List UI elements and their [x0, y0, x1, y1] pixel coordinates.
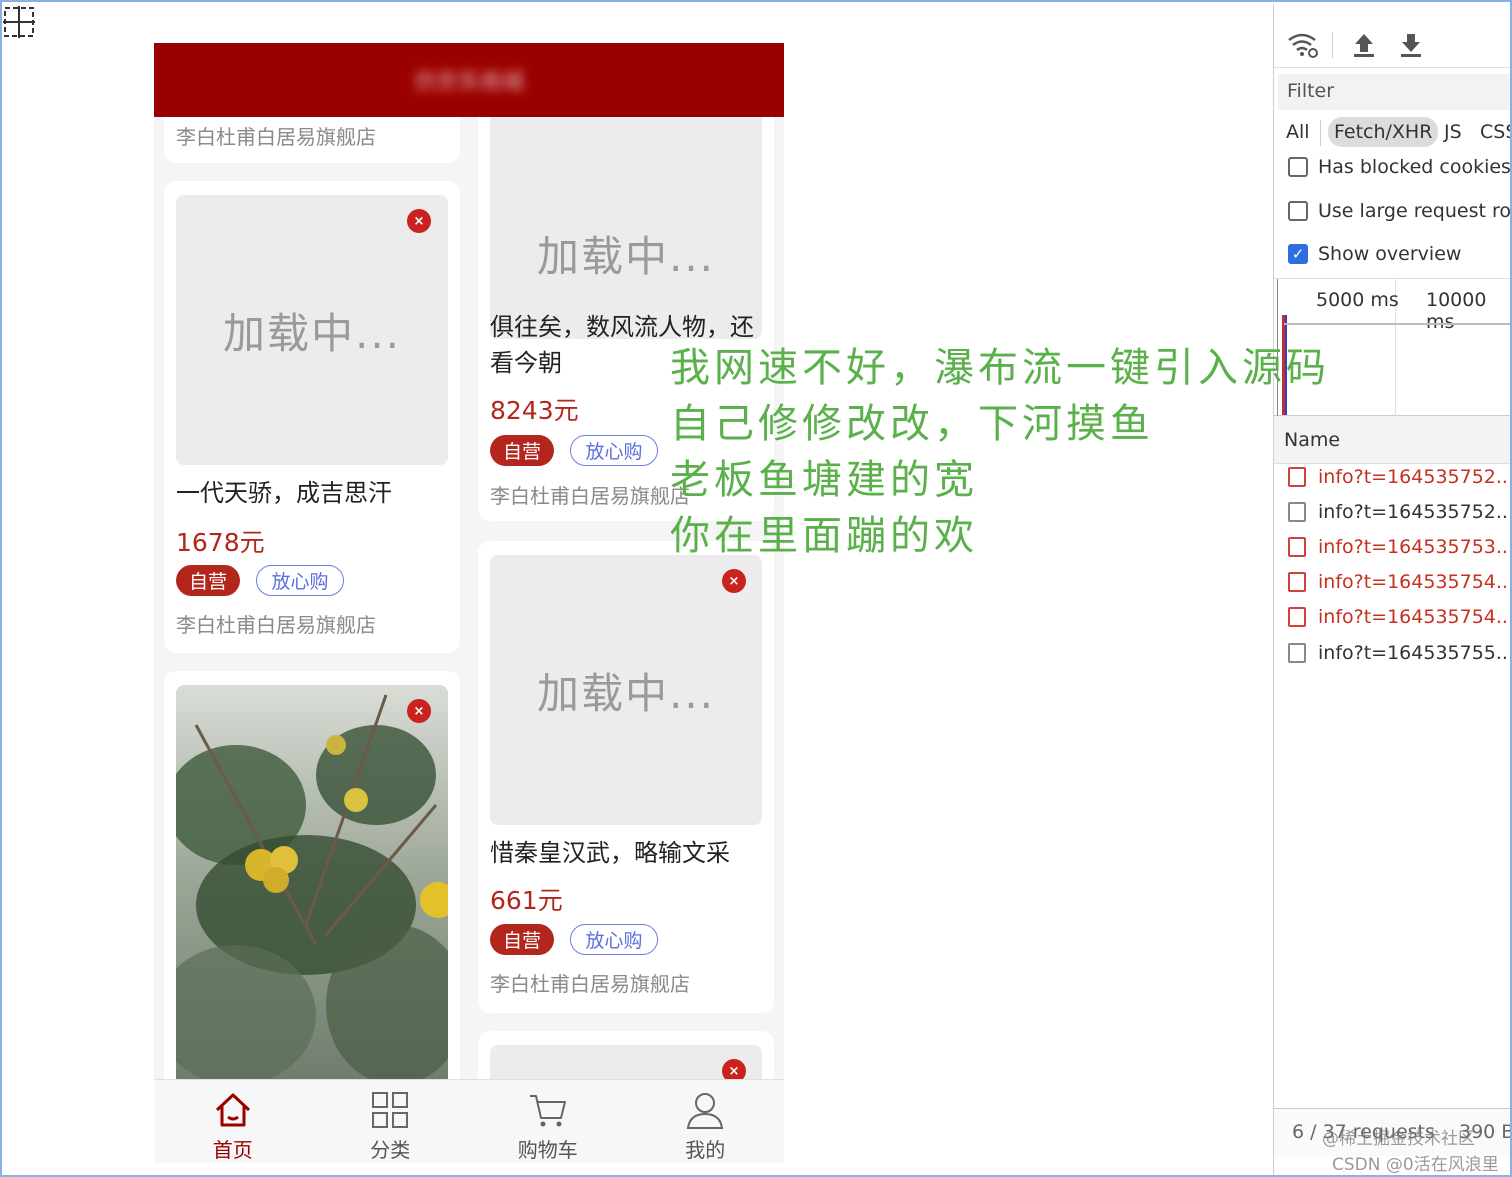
watermark: @稀土掘金技术社区 [1322, 1129, 1475, 1149]
request-row[interactable]: info?t=164535754... [1288, 600, 1510, 634]
card-shop: 李白杜甫白居易旗舰店 [176, 125, 376, 149]
request-name: info?t=164535754... [1318, 571, 1510, 593]
close-icon[interactable]: × [722, 569, 746, 593]
product-image-placeholder: 加载中... [490, 555, 762, 825]
timeline-label: 5000 ms [1316, 289, 1399, 311]
tab-label: 我的 [685, 1138, 726, 1162]
resource-type-filter: All Fetch/XHR JS CSS [1274, 114, 1510, 150]
filter-input[interactable]: Filter [1278, 74, 1510, 110]
devtools-network-panel: Filter All Fetch/XHR JS CSS Has blocked … [1273, 4, 1510, 1175]
product-card[interactable]: 加载中... × 一代天骄，成吉思汗 1678元 自营 放心购 李白杜甫白居易旗… [164, 181, 460, 653]
close-icon[interactable]: × [407, 699, 431, 723]
loading-text: 加载中... [222, 308, 402, 358]
request-name: info?t=164535753... [1318, 536, 1510, 558]
request-name: info?t=164535752... [1318, 466, 1510, 488]
product-image-placeholder: 加载中... [490, 117, 762, 339]
tab-label: 分类 [370, 1138, 411, 1162]
tab-label: 购物车 [517, 1138, 578, 1162]
type-divider [1320, 120, 1321, 146]
home-icon [215, 1093, 250, 1127]
timeline-track [1284, 323, 1510, 325]
option-label: Has blocked cookies [1318, 156, 1510, 178]
filter-placeholder: Filter [1287, 80, 1335, 102]
watermark: CSDN @0活在风浪里 [1332, 1155, 1499, 1175]
tag-safe-buy: 放心购 [570, 435, 658, 466]
overlay-line: 自己修修改改，下河摸鱼 [670, 401, 1154, 447]
product-card[interactable]: × [164, 671, 460, 1079]
waterfall-feed[interactable]: 李白杜甫白居易旗舰店 加载中... × 一代天骄，成吉思汗 1678元 自营 放… [154, 117, 784, 1079]
card-price: 661元 [490, 886, 563, 915]
option-show-overview[interactable]: ✓ Show overview [1288, 239, 1461, 269]
option-blocked-cookies[interactable]: Has blocked cookies [1288, 152, 1510, 182]
tab-mine[interactable]: 我的 [627, 1080, 785, 1163]
overlay-line: 老板鱼塘建的宽 [670, 457, 978, 503]
overlay-caption: 我网速不好，瀑布流一键引入源码 自己修修改改，下河摸鱼 老板鱼塘建的宽 你在里面… [670, 340, 1330, 564]
request-name: info?t=164535755... [1318, 642, 1510, 664]
request-name: info?t=164535752... [1318, 501, 1510, 523]
card-title: 一代天骄，成吉思汗 [176, 479, 392, 507]
tab-label: 首页 [212, 1138, 253, 1162]
option-label: Use large request rows [1318, 200, 1510, 222]
request-row[interactable]: info?t=164535754... [1288, 565, 1510, 599]
cart-icon [529, 1095, 566, 1127]
request-icon [1288, 643, 1306, 663]
overlay-line: 你在里面蹦的欢 [670, 513, 978, 559]
app-header: 仿京东商城 [154, 43, 784, 117]
loading-text: 加载中... [536, 231, 716, 281]
checkbox[interactable] [1288, 201, 1308, 221]
checkbox-checked[interactable]: ✓ [1288, 244, 1308, 264]
close-icon[interactable]: × [722, 1059, 746, 1079]
tag-safe-buy: 放心购 [570, 924, 658, 955]
card-title: 惜秦皇汉武，略输文采 [490, 839, 730, 867]
card-price: 1678元 [176, 528, 265, 557]
request-icon [1288, 572, 1306, 592]
card-price: 8243元 [490, 396, 579, 425]
request-icon [1288, 607, 1306, 627]
product-photo-lemon-tree [176, 685, 448, 1079]
product-card[interactable]: 加载中... × 惜秦皇汉武，略输文采 661元 自营 放心购 李白杜甫白居易旗… [478, 541, 774, 1013]
tag-self-operated: 自营 [176, 565, 240, 596]
network-toolbar [1274, 22, 1510, 68]
card-shop: 李白杜甫白居易旗舰店 [490, 972, 690, 996]
app-header-title: 仿京东商城 [413, 70, 524, 95]
tag-safe-buy: 放心购 [256, 565, 344, 596]
type-fetch-xhr[interactable]: Fetch/XHR [1328, 117, 1439, 147]
option-label: Show overview [1318, 243, 1462, 265]
product-image-placeholder: 加载中... [176, 195, 448, 465]
option-large-rows[interactable]: Use large request rows [1288, 196, 1510, 226]
toolbar-divider [1332, 32, 1333, 58]
network-conditions-icon[interactable] [1286, 30, 1320, 60]
type-all[interactable]: All [1280, 117, 1316, 147]
loading-text: 加载中... [536, 668, 716, 718]
timeline-label: 10000 ms [1426, 289, 1487, 333]
request-name: info?t=164535754... [1318, 606, 1510, 628]
request-row[interactable]: info?t=164535755... [1288, 636, 1510, 670]
bottom-tabbar: 首页 分类 购物车 我的 [154, 1079, 784, 1163]
download-icon[interactable] [1399, 30, 1423, 58]
tab-cart[interactable]: 购物车 [469, 1080, 627, 1163]
tab-category[interactable]: 分类 [312, 1080, 470, 1163]
inspect-element-icon[interactable] [2, 4, 36, 40]
card-shop: 李白杜甫白居易旗舰店 [176, 613, 376, 637]
checkbox[interactable] [1288, 157, 1308, 177]
type-css[interactable]: CSS [1474, 117, 1510, 147]
close-icon[interactable]: × [407, 209, 431, 233]
product-image-placeholder [490, 1045, 762, 1079]
product-card[interactable]: × [478, 1031, 774, 1079]
tag-self-operated: 自营 [490, 435, 554, 466]
card-shop: 李白杜甫白居易旗舰店 [490, 484, 690, 508]
product-card[interactable]: 李白杜甫白居易旗舰店 [164, 117, 460, 163]
upload-icon[interactable] [1352, 30, 1376, 58]
type-js[interactable]: JS [1438, 117, 1468, 147]
user-icon [687, 1093, 724, 1129]
overlay-line: 我网速不好，瀑布流一键引入源码 [670, 345, 1330, 391]
tag-self-operated: 自营 [490, 924, 554, 955]
grid-icon [372, 1092, 409, 1128]
mobile-preview: 仿京东商城 李白杜甫白居易旗舰店 加载中... × 一代天骄，成吉思汗 1678… [154, 43, 784, 1163]
tab-home[interactable]: 首页 [154, 1080, 312, 1163]
